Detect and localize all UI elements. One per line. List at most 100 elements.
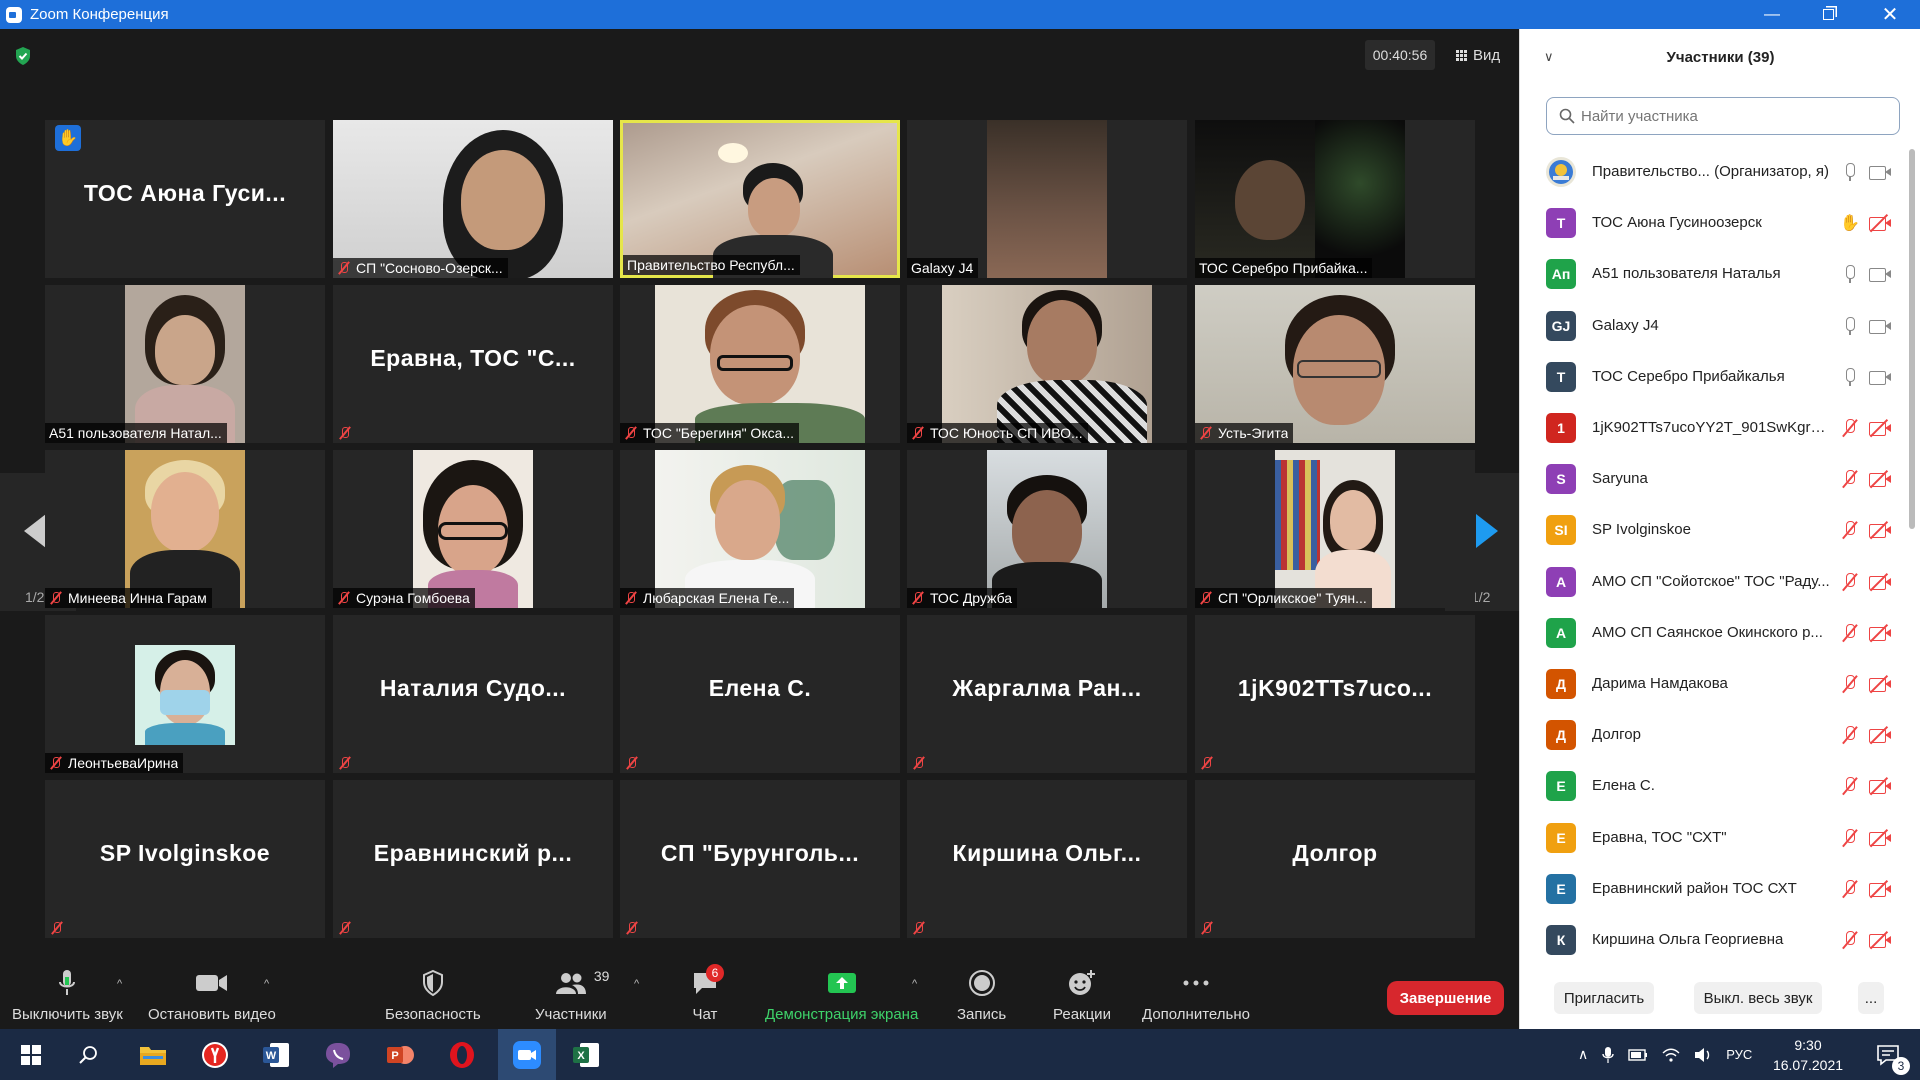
chat-button[interactable]: 6 Чат — [691, 960, 724, 1029]
maximize-button[interactable] — [1802, 0, 1854, 29]
video-tile[interactable]: Киршина Ольг... — [907, 780, 1187, 938]
video-tile[interactable]: ТОС Серебро Прибайка... — [1195, 120, 1475, 278]
video-tile[interactable]: Galaxy J4 — [907, 120, 1187, 278]
audio-options-caret-icon[interactable]: ^ — [117, 978, 122, 990]
video-tile[interactable]: Любарская Елена Ге... — [620, 450, 900, 608]
video-tile[interactable]: Жаргалма Ран... — [907, 615, 1187, 773]
taskbar-zoom[interactable] — [498, 1029, 556, 1080]
video-tile[interactable]: Сурэна Гомбоева — [333, 450, 613, 608]
video-tile-active-speaker[interactable]: Правительство Республ... — [620, 120, 900, 278]
wifi-icon[interactable] — [1662, 1047, 1680, 1063]
video-options-caret-icon[interactable]: ^ — [264, 978, 269, 990]
participant-row[interactable]: Е Елена С. — [1520, 760, 1910, 811]
participant-row[interactable]: А АМО СП "Сойотское" ТОС "Раду... — [1520, 556, 1910, 607]
camera-off-icon — [1868, 725, 1892, 744]
participant-row[interactable]: Е Еравнинский район ТОС СХТ — [1520, 863, 1910, 914]
microphone-muted-icon — [1842, 930, 1858, 950]
participant-row[interactable]: 1 1jK902TTs7ucoYY2T_901SwKgrA... — [1520, 402, 1910, 453]
taskbar-viber[interactable] — [312, 1029, 364, 1080]
shield-check-icon[interactable] — [14, 46, 32, 66]
microphone-icon[interactable] — [1602, 1046, 1614, 1064]
battery-icon[interactable] — [1628, 1048, 1648, 1062]
notifications-button[interactable]: 3 — [1862, 1029, 1914, 1080]
video-tile[interactable]: ТОС Юность СП ИВО... — [907, 285, 1187, 443]
participant-row[interactable]: К Киршина Ольга Георгиевна — [1520, 914, 1910, 965]
invite-button[interactable]: Пригласить — [1554, 982, 1654, 1014]
participant-row[interactable]: А АМО СП Саянское Окинского р... — [1520, 607, 1910, 658]
taskbar-yandex-browser[interactable] — [189, 1029, 241, 1080]
more-button[interactable]: Дополнительно — [1142, 960, 1250, 1029]
participants-button[interactable]: 39 Участники — [535, 960, 609, 1029]
participant-row[interactable]: Е Еравна, ТОС "СХТ" — [1520, 812, 1910, 863]
participant-row[interactable]: SI SP Ivolginskoe — [1520, 504, 1910, 555]
video-tile[interactable]: Долгор — [1195, 780, 1475, 938]
taskbar-clock[interactable]: 9:30 16.07.2021 — [1768, 1035, 1848, 1075]
video-tile[interactable]: А51 пользователя Натал... — [45, 285, 325, 443]
notification-count-badge: 3 — [1892, 1057, 1910, 1075]
security-button[interactable]: Безопасность — [385, 960, 481, 1029]
taskbar-word[interactable]: W — [250, 1029, 302, 1080]
participant-row[interactable]: S Saryuna — [1520, 453, 1910, 504]
muted-mic-icon — [50, 921, 64, 935]
stop-video-button[interactable]: Остановить видео — [148, 960, 276, 1029]
end-meeting-button[interactable]: Завершение — [1387, 981, 1504, 1015]
video-tile[interactable]: СП "Сосново-Озерск... — [333, 120, 613, 278]
search-icon — [79, 1045, 97, 1064]
participant-row[interactable]: Т ТОС Серебро Прибайкалья — [1520, 351, 1910, 402]
video-tile[interactable]: Наталия Судо... — [333, 615, 613, 773]
share-options-caret-icon[interactable]: ^ — [912, 978, 917, 990]
participant-row[interactable]: Д Дарима Намдакова — [1520, 658, 1910, 709]
language-indicator[interactable]: РУС — [1726, 1047, 1752, 1062]
participant-row[interactable]: GJ Galaxy J4 — [1520, 300, 1910, 351]
taskbar-excel[interactable]: X — [560, 1029, 612, 1080]
video-tile[interactable]: Еравнинский р... — [333, 780, 613, 938]
video-tile[interactable]: СП "Бурунголь... — [620, 780, 900, 938]
participant-avatar: А — [1546, 617, 1576, 648]
tile-display-name: Елена С. — [708, 675, 812, 701]
prev-page-arrow-icon[interactable] — [24, 514, 46, 548]
next-page-arrow-icon[interactable] — [1476, 514, 1498, 548]
participant-avatar: Т — [1546, 361, 1576, 392]
video-tile[interactable]: Минеева Инна Гарам — [45, 450, 325, 608]
video-tile[interactable]: Еравна, ТОС "С... — [333, 285, 613, 443]
video-tile[interactable]: Усть-Эгита — [1195, 285, 1475, 443]
speaker-icon[interactable] — [1694, 1047, 1712, 1063]
participant-row[interactable]: Правительство... (Организатор, я) — [1520, 146, 1910, 197]
minimize-button[interactable]: — — [1746, 0, 1798, 29]
video-tile[interactable]: ТОС Дружба — [907, 450, 1187, 608]
taskbar-explorer[interactable] — [127, 1029, 179, 1080]
panel-title: Участники (39) — [1666, 48, 1775, 66]
smiley-add-icon — [1068, 970, 1095, 995]
video-tile[interactable]: SP Ivolginskoe — [45, 780, 325, 938]
panel-more-button[interactable]: ... — [1858, 982, 1884, 1014]
participant-row[interactable]: Ап А51 пользователя Наталья — [1520, 248, 1910, 299]
participant-name: Правительство... (Организатор, я) — [1592, 163, 1829, 180]
video-tile[interactable]: 1jK902TTs7uco... — [1195, 615, 1475, 773]
participant-row[interactable]: Д Долгор — [1520, 709, 1910, 760]
tile-display-name: Долгор — [1292, 840, 1378, 866]
taskbar-powerpoint[interactable]: P — [374, 1029, 426, 1080]
windows-start-button[interactable] — [5, 1029, 57, 1080]
participant-row[interactable]: Т ТОС Аюна Гусиноозерск ✋ — [1520, 197, 1910, 248]
share-screen-button[interactable]: Демонстрация экрана — [765, 960, 918, 1029]
video-tile[interactable]: ЛеонтьеваИрина — [45, 615, 325, 773]
participant-list-scrollbar[interactable] — [1909, 149, 1915, 529]
chevron-up-icon[interactable]: ∧ — [1578, 1046, 1588, 1063]
participants-options-caret-icon[interactable]: ^ — [634, 978, 639, 990]
reactions-button[interactable]: Реакции — [1053, 960, 1111, 1029]
taskbar-search-button[interactable] — [63, 1029, 115, 1080]
video-tile[interactable]: СП "Орликское" Туян... — [1195, 450, 1475, 608]
mute-button[interactable]: Выключить звук — [12, 960, 123, 1029]
record-button[interactable]: Запись — [957, 960, 1006, 1029]
search-input[interactable] — [1581, 107, 1881, 125]
participant-search[interactable] — [1546, 97, 1900, 135]
view-button[interactable]: Вид — [1450, 40, 1506, 70]
camera-off-icon — [1868, 572, 1892, 591]
video-tile[interactable]: ✋ ТОС Аюна Гуси... — [45, 120, 325, 278]
close-button[interactable]: ✕ — [1864, 0, 1916, 29]
participant-status-icons — [1842, 520, 1892, 540]
video-tile[interactable]: Елена С. — [620, 615, 900, 773]
mute-all-button[interactable]: Выкл. весь звук — [1694, 982, 1822, 1014]
taskbar-opera[interactable] — [436, 1029, 488, 1080]
video-tile[interactable]: ТОС "Берегиня" Окса... — [620, 285, 900, 443]
